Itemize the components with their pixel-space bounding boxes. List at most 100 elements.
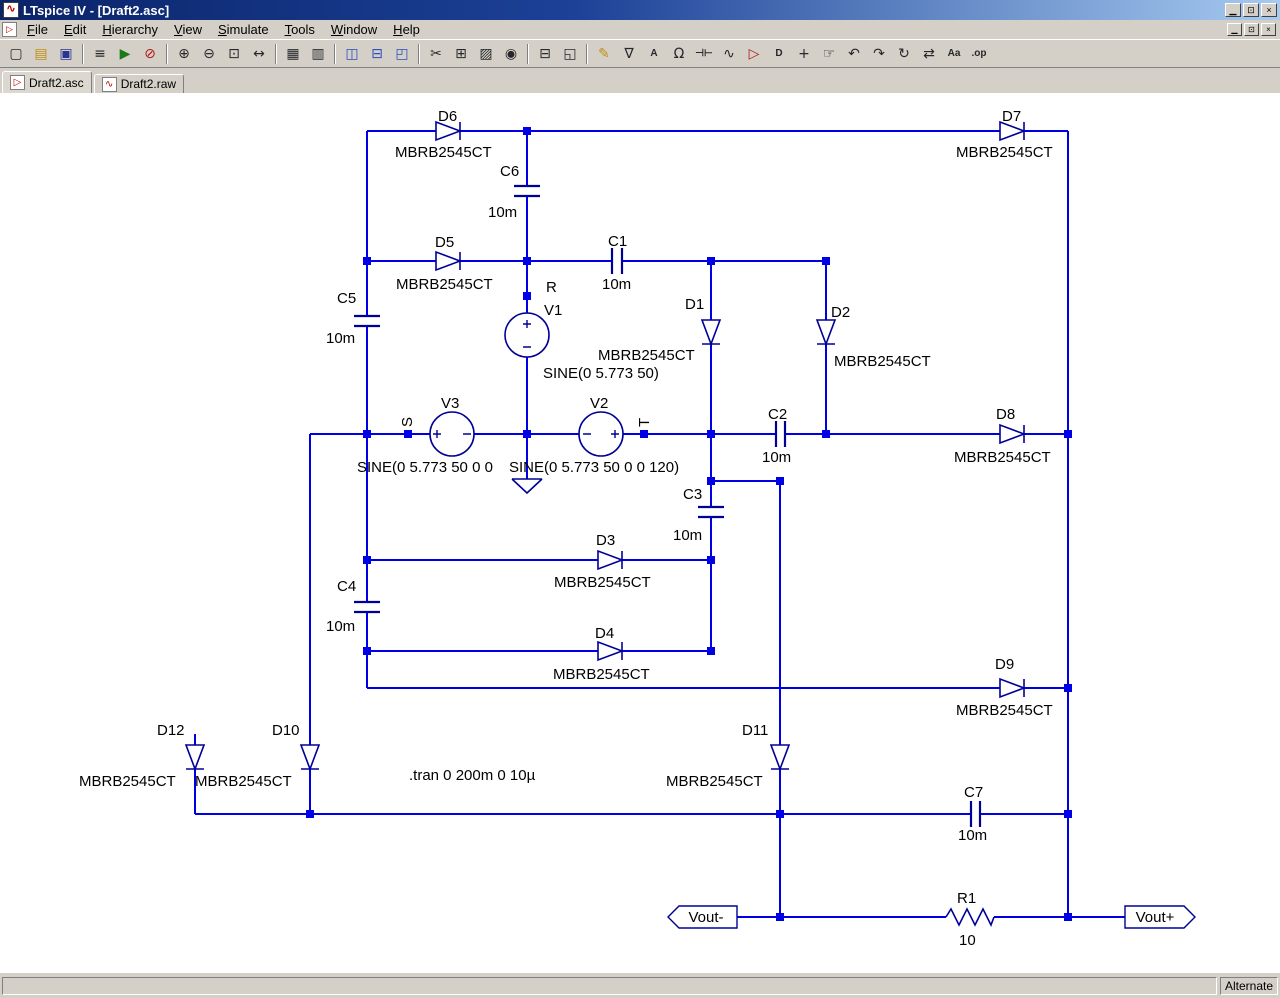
tile-horizontal-button[interactable]: ⊟ [365, 42, 389, 65]
label-D8-value[interactable]: MBRB2545CT [954, 449, 1051, 466]
pan-button[interactable]: ↔ [247, 42, 271, 65]
label-D11-ref[interactable]: D11 [742, 722, 768, 739]
port-label-vout-minus[interactable]: Vout- [688, 909, 723, 926]
label-D11-value[interactable]: MBRB2545CT [666, 773, 763, 790]
label-D6-ref[interactable]: D6 [438, 108, 457, 125]
component-C3[interactable] [698, 505, 724, 519]
label-D5-value[interactable]: MBRB2545CT [396, 276, 493, 293]
component-C5[interactable] [354, 314, 380, 328]
label-D4-value[interactable]: MBRB2545CT [553, 666, 650, 683]
label-D10-ref[interactable]: D10 [272, 722, 300, 739]
capacitor-button[interactable]: ⊣⊢ [692, 42, 716, 65]
halt-button[interactable]: ⊘ [138, 42, 162, 65]
label-D3-value[interactable]: MBRB2545CT [554, 574, 651, 591]
component-D2[interactable] [815, 319, 837, 347]
label-V1-ref[interactable]: V1 [544, 302, 562, 319]
label-D8-ref[interactable]: D8 [996, 406, 1015, 423]
label-D6-value[interactable]: MBRB2545CT [395, 144, 492, 161]
label-C4-ref[interactable]: C4 [337, 578, 356, 595]
component-D10[interactable] [299, 744, 321, 772]
copy-button[interactable]: ⊞ [449, 42, 473, 65]
component-D9[interactable] [999, 677, 1027, 699]
label-C1-value[interactable]: 10m [602, 276, 631, 293]
mdi-close-button[interactable]: × [1261, 23, 1276, 36]
new-schematic-button[interactable]: ▢ [4, 42, 28, 65]
label-D2-value[interactable]: MBRB2545CT [834, 353, 931, 370]
component-C7[interactable] [969, 801, 982, 827]
port-label-vout-plus[interactable]: Vout+ [1136, 909, 1175, 926]
mdi-minimize-button[interactable]: ▁ [1227, 23, 1242, 36]
component-C4[interactable] [354, 600, 380, 614]
label-D5-ref[interactable]: D5 [435, 234, 454, 251]
tab-draft2-asc[interactable]: ▷ Draft2.asc [2, 71, 92, 93]
print-preview-button[interactable]: ◱ [558, 42, 582, 65]
component-V1[interactable] [504, 312, 550, 358]
menu-tools[interactable]: Tools [277, 20, 323, 39]
diode-button[interactable]: ▷ [742, 42, 766, 65]
label-C2-value[interactable]: 10m [762, 449, 791, 466]
paste-button[interactable]: ▨ [474, 42, 498, 65]
net-label-button[interactable]: A [642, 42, 666, 65]
component-C6[interactable] [514, 184, 540, 198]
mdi-restore-button[interactable]: ⊡ [1244, 23, 1259, 36]
net-label-R[interactable]: R [546, 279, 557, 296]
menu-window[interactable]: Window [323, 20, 385, 39]
net-label-T[interactable]: T [636, 418, 653, 427]
tab-draft2-raw[interactable]: ∿ Draft2.raw [93, 74, 185, 93]
label-D1-value[interactable]: MBRB2545CT [598, 347, 695, 364]
label-D9-ref[interactable]: D9 [995, 656, 1014, 673]
label-D12-ref[interactable]: D12 [157, 722, 185, 739]
move-button[interactable]: + [792, 42, 816, 65]
menu-help[interactable]: Help [385, 20, 428, 39]
component-D11[interactable] [769, 744, 791, 772]
label-C2-ref[interactable]: C2 [768, 406, 787, 423]
menu-file[interactable]: File [19, 20, 56, 39]
label-V3-ref[interactable]: V3 [441, 395, 459, 412]
cascade-button[interactable]: ◰ [390, 42, 414, 65]
menu-simulate[interactable]: Simulate [210, 20, 277, 39]
waveform-panes-button[interactable]: ▥ [306, 42, 330, 65]
label-C5-value[interactable]: 10m [326, 330, 355, 347]
label-V1-value[interactable]: SINE(0 5.773 50) [543, 365, 659, 382]
component-V3[interactable] [429, 411, 475, 457]
run-button[interactable]: ▶ [113, 42, 137, 65]
label-C5-ref[interactable]: C5 [337, 290, 356, 307]
redo-button[interactable]: ↷ [867, 42, 891, 65]
text-button[interactable]: Aa [942, 42, 966, 65]
label-D1-ref[interactable]: D1 [685, 296, 704, 313]
label-R1-value[interactable]: 10 [959, 932, 976, 949]
label-R1-ref[interactable]: R1 [957, 890, 976, 907]
label-C3-ref[interactable]: C3 [683, 486, 702, 503]
component-D4[interactable] [597, 640, 625, 662]
component-button[interactable]: D [767, 42, 791, 65]
label-C6-value[interactable]: 10m [488, 204, 517, 221]
open-button[interactable]: ▤ [29, 42, 53, 65]
zoom-fit-button[interactable]: ⊡ [222, 42, 246, 65]
close-button[interactable]: × [1261, 3, 1277, 17]
component-D12[interactable] [184, 744, 206, 772]
undo-button[interactable]: ↶ [842, 42, 866, 65]
ground-button[interactable]: ∇ [617, 42, 641, 65]
save-button[interactable]: ▣ [54, 42, 78, 65]
wire-button[interactable]: ✎ [592, 42, 616, 65]
label-C7-value[interactable]: 10m [958, 827, 987, 844]
tile-vertical-button[interactable]: ◫ [340, 42, 364, 65]
label-C7-ref[interactable]: C7 [964, 784, 983, 801]
label-C1-ref[interactable]: C1 [608, 233, 627, 250]
component-D1[interactable] [700, 319, 722, 347]
component-D5[interactable] [435, 250, 463, 272]
label-C3-value[interactable]: 10m [673, 527, 702, 544]
label-D9-value[interactable]: MBRB2545CT [956, 702, 1053, 719]
zoom-back-button[interactable]: ⊖ [197, 42, 221, 65]
print-button[interactable]: ⊟ [533, 42, 557, 65]
schematic-canvas[interactable]: Vout- Vout+ R S T D6 MBRB2545CT D7 MBRB2… [0, 93, 1280, 972]
find-button[interactable]: ◉ [499, 42, 523, 65]
label-C4-value[interactable]: 10m [326, 618, 355, 635]
rotate-button[interactable]: ↻ [892, 42, 916, 65]
resistor-button[interactable]: Ω [667, 42, 691, 65]
label-D10-value[interactable]: MBRB2545CT [195, 773, 292, 790]
component-D8[interactable] [999, 423, 1027, 445]
label-D2-ref[interactable]: D2 [831, 304, 850, 321]
label-V2-value[interactable]: SINE(0 5.773 50 0 0 120) [509, 459, 679, 476]
label-D7-ref[interactable]: D7 [1002, 108, 1021, 125]
